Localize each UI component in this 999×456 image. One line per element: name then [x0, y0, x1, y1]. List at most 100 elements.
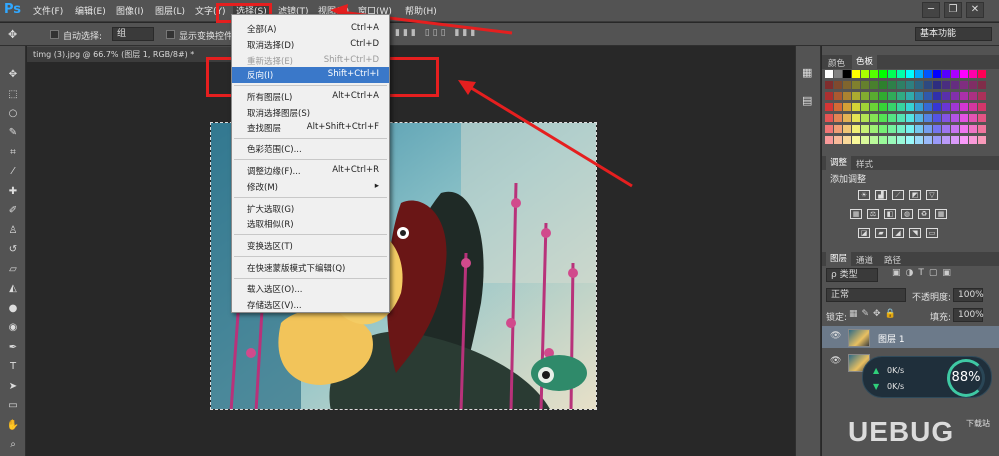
curves-icon[interactable]: ⟋	[892, 190, 904, 200]
swatch[interactable]	[951, 136, 959, 144]
color-lookup-icon[interactable]: ▦	[935, 209, 947, 219]
swatch[interactable]	[960, 114, 968, 122]
swatch[interactable]	[897, 92, 905, 100]
swatch[interactable]	[861, 136, 869, 144]
swatch[interactable]	[825, 103, 833, 111]
swatch[interactable]	[843, 136, 851, 144]
swatch[interactable]	[897, 114, 905, 122]
swatch[interactable]	[969, 136, 977, 144]
swatch[interactable]	[951, 125, 959, 133]
menu-item-color-range[interactable]: 色彩范围(C)...	[232, 141, 389, 157]
swatch[interactable]	[888, 81, 896, 89]
swatch[interactable]	[879, 125, 887, 133]
swatch[interactable]	[906, 136, 914, 144]
menu-item-deselect[interactable]: 取消选择(D) Ctrl+D	[232, 37, 389, 53]
swatch[interactable]	[825, 114, 833, 122]
swatch[interactable]	[879, 136, 887, 144]
swatch[interactable]	[843, 125, 851, 133]
swatch[interactable]	[960, 81, 968, 89]
swatch[interactable]	[834, 114, 842, 122]
swatch[interactable]	[951, 70, 959, 78]
swatch[interactable]	[978, 81, 986, 89]
swatch[interactable]	[834, 125, 842, 133]
swatch[interactable]	[978, 114, 986, 122]
tab-swatches[interactable]: 色板	[852, 55, 878, 69]
swatch[interactable]	[861, 114, 869, 122]
layer-filter-dropdown[interactable]: ρ 类型	[826, 268, 878, 282]
swatch[interactable]	[942, 114, 950, 122]
swatch[interactable]	[915, 125, 923, 133]
swatch[interactable]	[915, 136, 923, 144]
tab-color[interactable]: 颜色	[828, 57, 845, 69]
swatch[interactable]	[897, 125, 905, 133]
swatch[interactable]	[897, 103, 905, 111]
exposure-icon[interactable]: ◩	[909, 190, 921, 200]
vibrance-icon[interactable]: ▽	[926, 190, 938, 200]
levels-icon[interactable]: ▟	[875, 190, 887, 200]
swatch[interactable]	[969, 114, 977, 122]
swatch[interactable]	[915, 81, 923, 89]
swatch[interactable]	[843, 103, 851, 111]
channel-mixer-icon[interactable]: ♻	[918, 209, 930, 219]
swatch[interactable]	[960, 125, 968, 133]
swatch[interactable]	[915, 114, 923, 122]
swatch[interactable]	[951, 81, 959, 89]
swatch[interactable]	[870, 103, 878, 111]
swatch[interactable]	[852, 125, 860, 133]
swatch[interactable]	[888, 92, 896, 100]
swatch[interactable]	[942, 125, 950, 133]
tab-layers[interactable]: 图层	[826, 252, 852, 266]
swatch[interactable]	[960, 136, 968, 144]
tab-styles[interactable]: 样式	[856, 158, 873, 170]
swatch[interactable]	[870, 136, 878, 144]
menu-item-inverse[interactable]: 反向(I) Shift+Ctrl+I	[232, 67, 389, 83]
tab-channels[interactable]: 通道	[856, 254, 873, 266]
swatch[interactable]	[852, 103, 860, 111]
threshold-icon[interactable]: ◢	[892, 228, 904, 238]
selective-color-icon[interactable]: ◥	[909, 228, 921, 238]
swatch[interactable]	[879, 103, 887, 111]
swatch[interactable]	[888, 136, 896, 144]
swatch[interactable]	[933, 125, 941, 133]
swatch[interactable]	[888, 70, 896, 78]
swatch[interactable]	[942, 92, 950, 100]
properties-panel-icon[interactable]: ▤	[802, 94, 812, 107]
swatch[interactable]	[879, 114, 887, 122]
swatch[interactable]	[897, 70, 905, 78]
swatch[interactable]	[906, 81, 914, 89]
swatch[interactable]	[924, 114, 932, 122]
swatch[interactable]	[978, 125, 986, 133]
swatch[interactable]	[969, 70, 977, 78]
swatch[interactable]	[924, 136, 932, 144]
swatch[interactable]	[825, 92, 833, 100]
menu-item-quick-mask[interactable]: 在快速蒙版模式下编辑(Q)	[232, 260, 389, 276]
swatch[interactable]	[870, 81, 878, 89]
visibility-eye-icon[interactable]: 👁	[830, 356, 841, 366]
swatch[interactable]	[915, 92, 923, 100]
swatch[interactable]	[915, 103, 923, 111]
visibility-eye-icon[interactable]: 👁	[830, 331, 841, 341]
gradient-map-icon[interactable]: ▭	[926, 228, 938, 238]
swatch[interactable]	[924, 125, 932, 133]
swatch[interactable]	[969, 92, 977, 100]
swatch[interactable]	[825, 81, 833, 89]
brightness-icon[interactable]: ☀	[858, 190, 870, 200]
swatch[interactable]	[978, 103, 986, 111]
layer-row-layer1[interactable]: 👁 图层 1	[822, 326, 999, 348]
swatch[interactable]	[933, 114, 941, 122]
color-balance-icon[interactable]: ⚖	[867, 209, 879, 219]
layer-filter-icons[interactable]: ▣◑T▢▣	[892, 268, 956, 278]
swatch[interactable]	[852, 70, 860, 78]
swatch[interactable]	[852, 136, 860, 144]
swatch[interactable]	[951, 103, 959, 111]
swatch[interactable]	[969, 125, 977, 133]
swatch[interactable]	[924, 92, 932, 100]
menu-item-transform-selection[interactable]: 变换选区(T)	[232, 238, 389, 254]
swatch[interactable]	[843, 81, 851, 89]
swatch[interactable]	[843, 114, 851, 122]
swatch[interactable]	[861, 70, 869, 78]
swatch[interactable]	[888, 114, 896, 122]
swatch[interactable]	[843, 70, 851, 78]
swatch[interactable]	[852, 114, 860, 122]
swatch[interactable]	[960, 103, 968, 111]
